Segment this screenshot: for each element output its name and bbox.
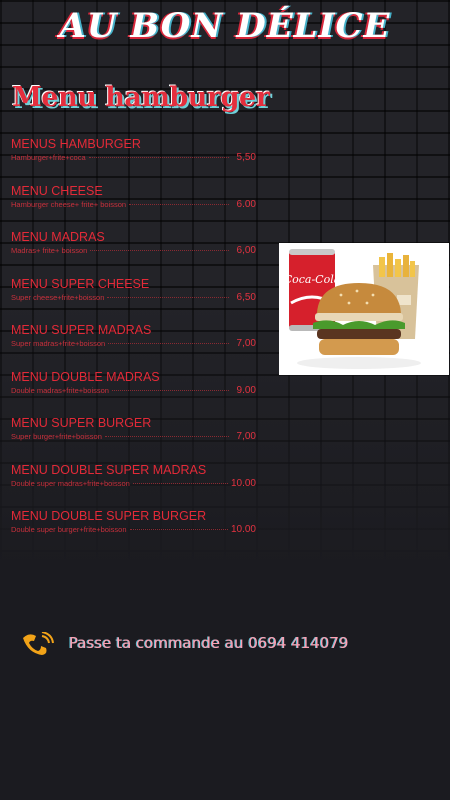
menu-item-description: Double super madras+frite+boisson	[11, 478, 130, 488]
menu-item: MENU SUPER MADRAS Super madras+frite+bois…	[11, 322, 256, 369]
menu-item-description: Super burger+frite+boisson	[11, 432, 102, 441]
menu-item-name: MENU SUPER MADRAS	[11, 323, 152, 337]
dotted-leader	[111, 389, 229, 391]
menu-item: MENU DOUBLE SUPER MADRAS Double super mad…	[11, 462, 256, 509]
menu-item-description: Hamburger cheese+ frite+ boisson	[11, 199, 127, 209]
menu-item-line: Hamburger cheese+ frite+ boisson 6.00	[11, 199, 256, 210]
menu-item-line: Hamburger+frite+coca 5,50	[11, 152, 256, 163]
menu-photo: Coca-Cola	[279, 243, 449, 375]
dotted-leader	[88, 157, 229, 158]
menu-item-name: MENU CHEESE	[11, 183, 103, 198]
menu-item-name: MENU MADRAS	[11, 230, 105, 244]
menu-item-name: MENU SUPER CHEESE	[11, 276, 150, 291]
menu-item-line: Super burger+frite+boisson 7,00	[11, 431, 256, 442]
menu-item: MENUS HAMBURGER Hamburger+frite+coca 5,50	[11, 136, 256, 183]
menu-item-line: Super cheese+frite+boisson 6,50	[11, 292, 256, 303]
menu-item-name: MENU DOUBLE SUPER MADRAS	[11, 462, 207, 477]
menu-item-name: MENUS HAMBURGER	[11, 137, 141, 151]
dotted-leader	[107, 296, 229, 298]
menu-item-price: 10.00	[230, 524, 256, 535]
menu-item-name: MENU SUPER BURGER	[11, 416, 152, 430]
menu-item-description: Hamburger+frite+coca	[11, 153, 86, 162]
menu-item: MENU DOUBLE SUPER BURGER Double super bur…	[11, 508, 256, 555]
menu-item-name: MENU DOUBLE SUPER BURGER	[11, 509, 207, 523]
menu-item-price: 10.00	[230, 477, 256, 489]
menu-item-name: MENU DOUBLE MADRAS	[11, 369, 160, 384]
menu-item-price: 7,00	[236, 431, 256, 442]
burger-meal-image: Coca-Cola	[279, 243, 449, 375]
menu-item-description: Super madras+frite+boisson	[11, 339, 106, 348]
menu-item-price: 6,50	[236, 291, 256, 303]
menu-item: MENU SUPER BURGER Super burger+frite+bois…	[11, 415, 256, 462]
restaurant-title: AU BON DÉLICE	[59, 6, 391, 46]
menu-item-price: 5,50	[236, 152, 256, 163]
contact-text: Passe ta commande au 0694 414079	[69, 634, 349, 652]
dotted-leader	[132, 482, 228, 484]
menu-item-description: Double madras+frite+boisson	[11, 385, 109, 395]
dotted-leader	[104, 436, 229, 437]
dotted-leader	[90, 250, 229, 251]
menu-item-description: Madras+ frite+ boisson	[11, 246, 88, 255]
menu-item: MENU MADRAS Madras+ frite+ boisson 6,00	[11, 229, 256, 276]
menu-item: MENU CHEESE Hamburger cheese+ frite+ bois…	[11, 183, 256, 230]
menu-item-description: Super cheese+frite+boisson	[11, 292, 105, 302]
dotted-leader	[129, 203, 229, 205]
menu-item-price: 6.00	[236, 198, 256, 210]
dotted-leader	[129, 529, 228, 530]
phone-icon	[23, 632, 54, 655]
menu-item-price: 6,00	[236, 245, 256, 256]
menu-item-price: 9.00	[236, 384, 256, 396]
can-label: Coca-Cola	[284, 273, 341, 286]
menu-item-line: Madras+ frite+ boisson 6,00	[11, 245, 256, 256]
menu-item: MENU DOUBLE MADRAS Double madras+frite+bo…	[11, 369, 256, 416]
menu-item-line: Double super burger+frite+boisson 10.00	[11, 524, 256, 535]
menu-item-line: Double super madras+frite+boisson 10.00	[11, 478, 256, 489]
menu-item-line: Double madras+frite+boisson 9.00	[11, 385, 256, 396]
menu-item-line: Super madras+frite+boisson 7,00	[11, 338, 256, 349]
menu-item-description: Double super burger+frite+boisson	[11, 525, 127, 534]
menu-item-price: 7,00	[236, 338, 256, 349]
menu-item: MENU SUPER CHEESE Super cheese+frite+bois…	[11, 276, 256, 323]
menu-list: MENUS HAMBURGER Hamburger+frite+coca 5,50 M…	[11, 136, 256, 555]
dotted-leader	[108, 343, 229, 344]
section-title: Menu hamburger	[12, 82, 270, 113]
